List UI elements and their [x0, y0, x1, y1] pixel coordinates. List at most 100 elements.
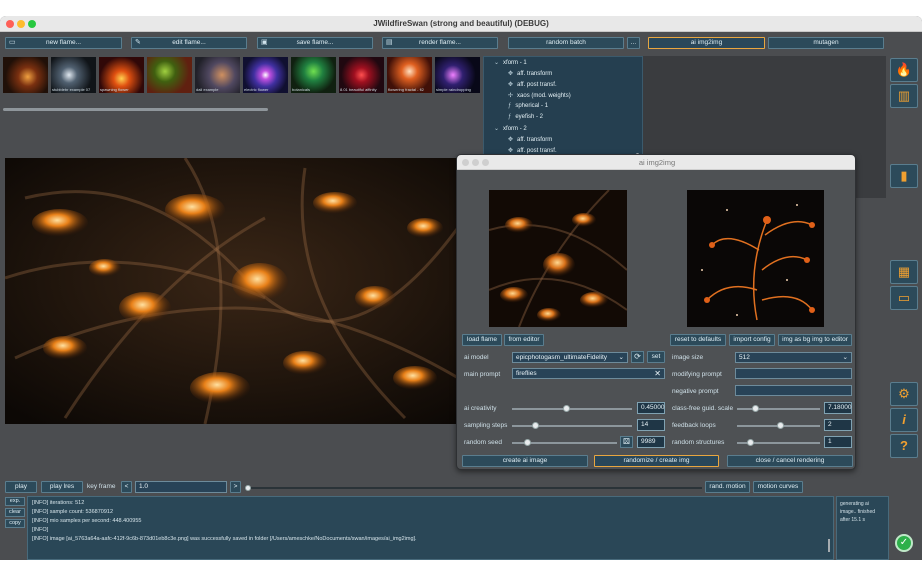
- app-window: JWildfireSwan (strong and beautiful) (DE…: [0, 16, 922, 560]
- log-line: [INFO] mio samples per second: 448.40095…: [32, 518, 142, 524]
- negative-prompt-input[interactable]: [735, 385, 852, 396]
- thumbnail[interactable]: 8.01 beautiful affinity: [339, 57, 384, 93]
- player-icon[interactable]: ▮: [890, 164, 918, 188]
- reset-defaults-button[interactable]: reset to defaults: [670, 334, 726, 346]
- copy-log-button[interactable]: copy: [5, 519, 25, 528]
- set-button[interactable]: set: [647, 351, 665, 363]
- prev-frame-button[interactable]: <: [121, 481, 132, 493]
- thumbnail[interactable]: flowering fractal - fl2: [387, 57, 432, 93]
- random-batch-button[interactable]: random batch: [508, 37, 624, 49]
- slider-knob[interactable]: [245, 485, 251, 491]
- more-button[interactable]: ...: [627, 37, 640, 49]
- info-icon[interactable]: i: [890, 408, 918, 432]
- import-config-button[interactable]: import config: [729, 334, 775, 346]
- feedback-loops-value[interactable]: 2: [824, 419, 852, 431]
- log-line: [INFO] sample count: 536870912: [32, 509, 114, 515]
- sampling-steps-slider[interactable]: [512, 422, 632, 429]
- random-structures-value[interactable]: 1: [824, 436, 852, 448]
- img-as-bg-button[interactable]: img as bg img to editor: [778, 334, 852, 346]
- slider-knob[interactable]: [532, 422, 539, 429]
- slider-knob[interactable]: [747, 439, 754, 446]
- slider-knob[interactable]: [752, 405, 759, 412]
- edit-flame-button[interactable]: ✎ edit flame...: [131, 37, 247, 49]
- from-editor-button[interactable]: from editor: [504, 334, 544, 346]
- class-free-guidance-slider[interactable]: [737, 405, 820, 412]
- status-line: after 15.1 s: [840, 517, 866, 523]
- thumbnail[interactable]: simple raindropping: [435, 57, 480, 93]
- status-line: image.. finished: [840, 509, 876, 515]
- gallery-icon[interactable]: ▦: [890, 260, 918, 284]
- close-cancel-button[interactable]: close / cancel rendering: [727, 455, 853, 467]
- random-seed-slider[interactable]: [512, 439, 617, 446]
- tree-item[interactable]: ƒ spherical - 1: [508, 103, 548, 109]
- thumbnail[interactable]: botanicals: [291, 57, 336, 93]
- export-log-button[interactable]: exp.: [5, 497, 25, 506]
- log-console[interactable]: [INFO] iterations: 512 [INFO] sample cou…: [27, 496, 834, 560]
- negative-prompt-label: negative prompt: [672, 388, 719, 395]
- sampling-steps-value[interactable]: 14: [637, 419, 665, 431]
- gear-icon[interactable]: ⚙: [890, 382, 918, 406]
- next-frame-button[interactable]: >: [230, 481, 241, 493]
- dice-icon[interactable]: ⚄: [620, 436, 633, 448]
- tree-item[interactable]: ƒ eyefish - 2: [508, 114, 543, 120]
- tree-group-xform-2[interactable]: ⌄ xform - 2: [494, 125, 527, 132]
- image-size-select[interactable]: 512 ⌄: [735, 352, 852, 363]
- feedback-loops-slider[interactable]: [737, 422, 820, 429]
- tree-item[interactable]: ✥ aff. transform: [508, 136, 552, 143]
- clear-icon[interactable]: ✕: [654, 369, 661, 378]
- slider-knob[interactable]: [563, 405, 570, 412]
- move-icon: ✥: [508, 71, 514, 77]
- flame-preview[interactable]: [5, 158, 483, 424]
- thumbnail[interactable]: stubblebr example 07: [51, 57, 96, 93]
- rand-motion-button[interactable]: rand. motion: [705, 481, 750, 493]
- image-size-label: image size: [672, 354, 704, 361]
- tree-item[interactable]: ✥ aff. post transf.: [508, 81, 557, 88]
- tree-item[interactable]: ✢ xaos (mod. weights): [508, 92, 571, 99]
- load-flame-button[interactable]: load flame: [462, 334, 502, 346]
- render-flame-button[interactable]: ▤ render flame...: [382, 37, 498, 49]
- save-flame-button[interactable]: ▣ save flame...: [257, 37, 373, 49]
- ai-creativity-slider[interactable]: [512, 405, 632, 412]
- ai-img2img-tab[interactable]: ai img2img: [648, 37, 765, 49]
- new-flame-button[interactable]: ▭ new flame...: [5, 37, 122, 49]
- random-structures-slider[interactable]: [737, 439, 820, 446]
- move-icon: ✥: [508, 137, 514, 143]
- folder-icon[interactable]: ▭: [890, 286, 918, 310]
- main-prompt-input[interactable]: fireflies ✕: [512, 368, 665, 379]
- grid-icon[interactable]: ▥: [890, 84, 918, 108]
- ai-creativity-value[interactable]: 0.45000: [637, 402, 665, 414]
- slider-knob[interactable]: [524, 439, 531, 446]
- tree-group-xform-1[interactable]: ⌄ xform - 1: [494, 59, 527, 66]
- chevron-down-icon: ⌄: [842, 354, 848, 361]
- mutagen-tab[interactable]: mutagen: [768, 37, 884, 49]
- key-frame-input[interactable]: 1.0: [135, 481, 227, 493]
- create-ai-image-button[interactable]: create ai image: [462, 455, 588, 467]
- refresh-icon[interactable]: ⟳: [631, 351, 644, 363]
- timeline-slider[interactable]: [245, 485, 702, 491]
- flame-icon[interactable]: 🔥: [890, 58, 918, 82]
- thumbnail[interactable]: [147, 57, 192, 93]
- console-scrollbar[interactable]: [828, 539, 830, 552]
- edit-icon: ✎: [135, 39, 141, 46]
- slider-knob[interactable]: [777, 422, 784, 429]
- xaos-icon: ✢: [508, 93, 514, 99]
- play-lres-button[interactable]: play lres: [41, 481, 83, 493]
- random-seed-value[interactable]: 9989: [637, 436, 665, 448]
- thumbnail[interactable]: dali example: [195, 57, 240, 93]
- ai-model-select[interactable]: epicphotogasm_ultimateFidelity ⌄: [512, 352, 628, 363]
- feedback-loops-label: feedback loops: [672, 422, 716, 429]
- randomize-create-button[interactable]: randomize / create img: [594, 455, 719, 467]
- thumbnail[interactable]: spawning flower: [99, 57, 144, 93]
- tree-item[interactable]: ✥ aff. transform: [508, 70, 552, 77]
- motion-curves-button[interactable]: motion curves: [753, 481, 803, 493]
- thumbnail[interactable]: [3, 57, 48, 93]
- playback-controls: play play lres key frame < 1.0 > rand. m…: [0, 478, 890, 496]
- play-button[interactable]: play: [5, 481, 37, 493]
- help-icon[interactable]: ?: [890, 434, 918, 458]
- thumbnail-scrollbar[interactable]: [3, 108, 268, 111]
- tree-item[interactable]: ✥ aff. post transf.: [508, 147, 557, 154]
- class-free-guidance-value[interactable]: 7.18000: [824, 402, 852, 414]
- clear-log-button[interactable]: clear: [5, 508, 25, 517]
- thumbnail[interactable]: electric flower: [243, 57, 288, 93]
- modifying-prompt-input[interactable]: [735, 368, 852, 379]
